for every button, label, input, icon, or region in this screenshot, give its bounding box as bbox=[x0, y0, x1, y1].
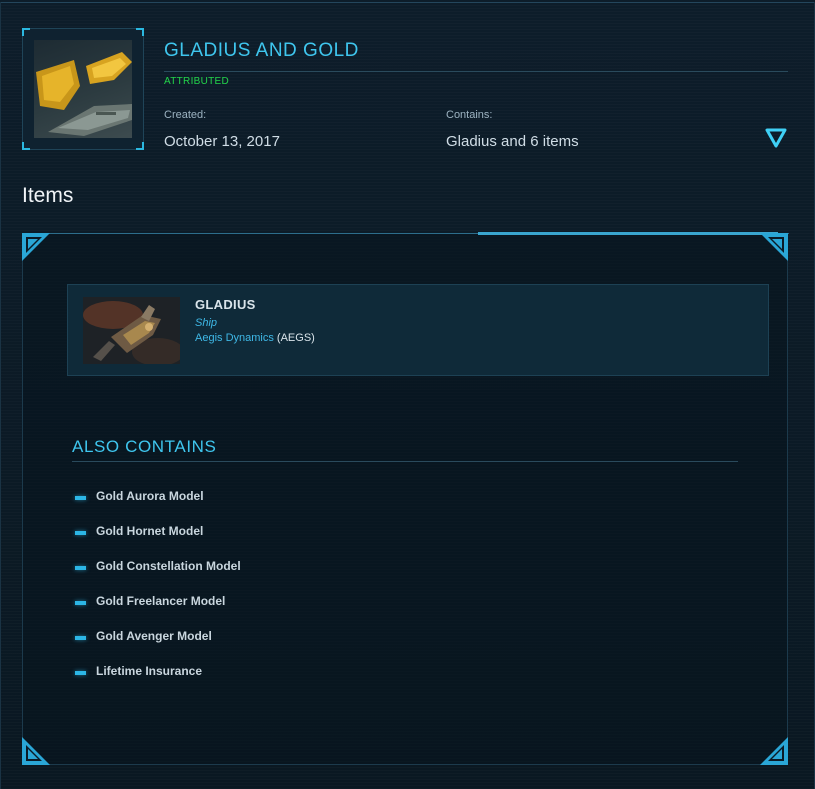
list-item-label: Gold Hornet Model bbox=[96, 524, 204, 538]
contains-label: Contains: bbox=[446, 109, 493, 121]
items-panel: GLADIUS Ship Aegis Dynamics (AEGS) ALSO … bbox=[22, 232, 789, 765]
bullet-dash-icon bbox=[75, 671, 86, 675]
gladius-ship-illustration bbox=[83, 297, 180, 364]
list-item: Gold Constellation Model bbox=[75, 559, 241, 594]
panel-corner-icon bbox=[22, 737, 50, 765]
created-label: Created: bbox=[164, 109, 207, 121]
also-contains-heading: ALSO CONTAINS bbox=[72, 437, 217, 456]
list-item: Lifetime Insurance bbox=[75, 664, 241, 699]
contains-value: Gladius and 6 items bbox=[446, 133, 579, 150]
items-heading: Items bbox=[22, 184, 74, 207]
pledge-thumbnail-frame bbox=[22, 28, 144, 150]
title-divider bbox=[164, 71, 788, 72]
pledge-thumbnail-image bbox=[34, 40, 132, 138]
manufacturer-code: (AEGS) bbox=[276, 332, 315, 344]
also-contains-divider bbox=[72, 461, 738, 462]
also-contains-list: Gold Aurora Model Gold Hornet Model Gold… bbox=[75, 489, 241, 699]
frame-corner bbox=[22, 28, 30, 36]
chevron-down-triangle-icon bbox=[765, 128, 787, 148]
panel-corner-icon bbox=[760, 233, 788, 261]
panel-corner-icon bbox=[22, 233, 50, 261]
list-item: Gold Freelancer Model bbox=[75, 594, 241, 629]
ship-thumbnail bbox=[83, 297, 180, 364]
status-badge: ATTRIBUTED bbox=[164, 76, 230, 87]
gold-ships-illustration bbox=[36, 52, 132, 136]
list-item-label: Gold Constellation Model bbox=[96, 559, 241, 573]
panel-corner-icon bbox=[760, 737, 788, 765]
created-value: October 13, 2017 bbox=[164, 133, 280, 150]
list-item-label: Gold Freelancer Model bbox=[96, 594, 226, 608]
list-item-label: Gold Aurora Model bbox=[96, 489, 204, 503]
list-item: Gold Hornet Model bbox=[75, 524, 241, 559]
frame-corner bbox=[136, 142, 144, 150]
frame-corner bbox=[22, 142, 30, 150]
ship-name: GLADIUS bbox=[195, 297, 256, 312]
list-item-label: Gold Avenger Model bbox=[96, 629, 212, 643]
frame-corner bbox=[136, 28, 144, 36]
top-border bbox=[0, 2, 815, 3]
bullet-dash-icon bbox=[75, 496, 86, 500]
bullet-dash-icon bbox=[75, 636, 86, 640]
ship-manufacturer: Aegis Dynamics (AEGS) bbox=[195, 332, 315, 344]
manufacturer-name[interactable]: Aegis Dynamics bbox=[195, 332, 274, 344]
bullet-dash-icon bbox=[75, 566, 86, 570]
expand-toggle-button[interactable] bbox=[764, 127, 788, 149]
list-item: Gold Avenger Model bbox=[75, 629, 241, 664]
bullet-dash-icon bbox=[75, 601, 86, 605]
pledge-title: GLADIUS AND GOLD bbox=[164, 40, 359, 61]
panel-top-highlight bbox=[478, 232, 778, 235]
list-item-label: Lifetime Insurance bbox=[96, 664, 203, 678]
list-item: Gold Aurora Model bbox=[75, 489, 241, 524]
bullet-dash-icon bbox=[75, 531, 86, 535]
left-border bbox=[0, 2, 1, 789]
ship-card[interactable]: GLADIUS Ship Aegis Dynamics (AEGS) bbox=[67, 284, 769, 376]
ship-type: Ship bbox=[195, 317, 218, 329]
